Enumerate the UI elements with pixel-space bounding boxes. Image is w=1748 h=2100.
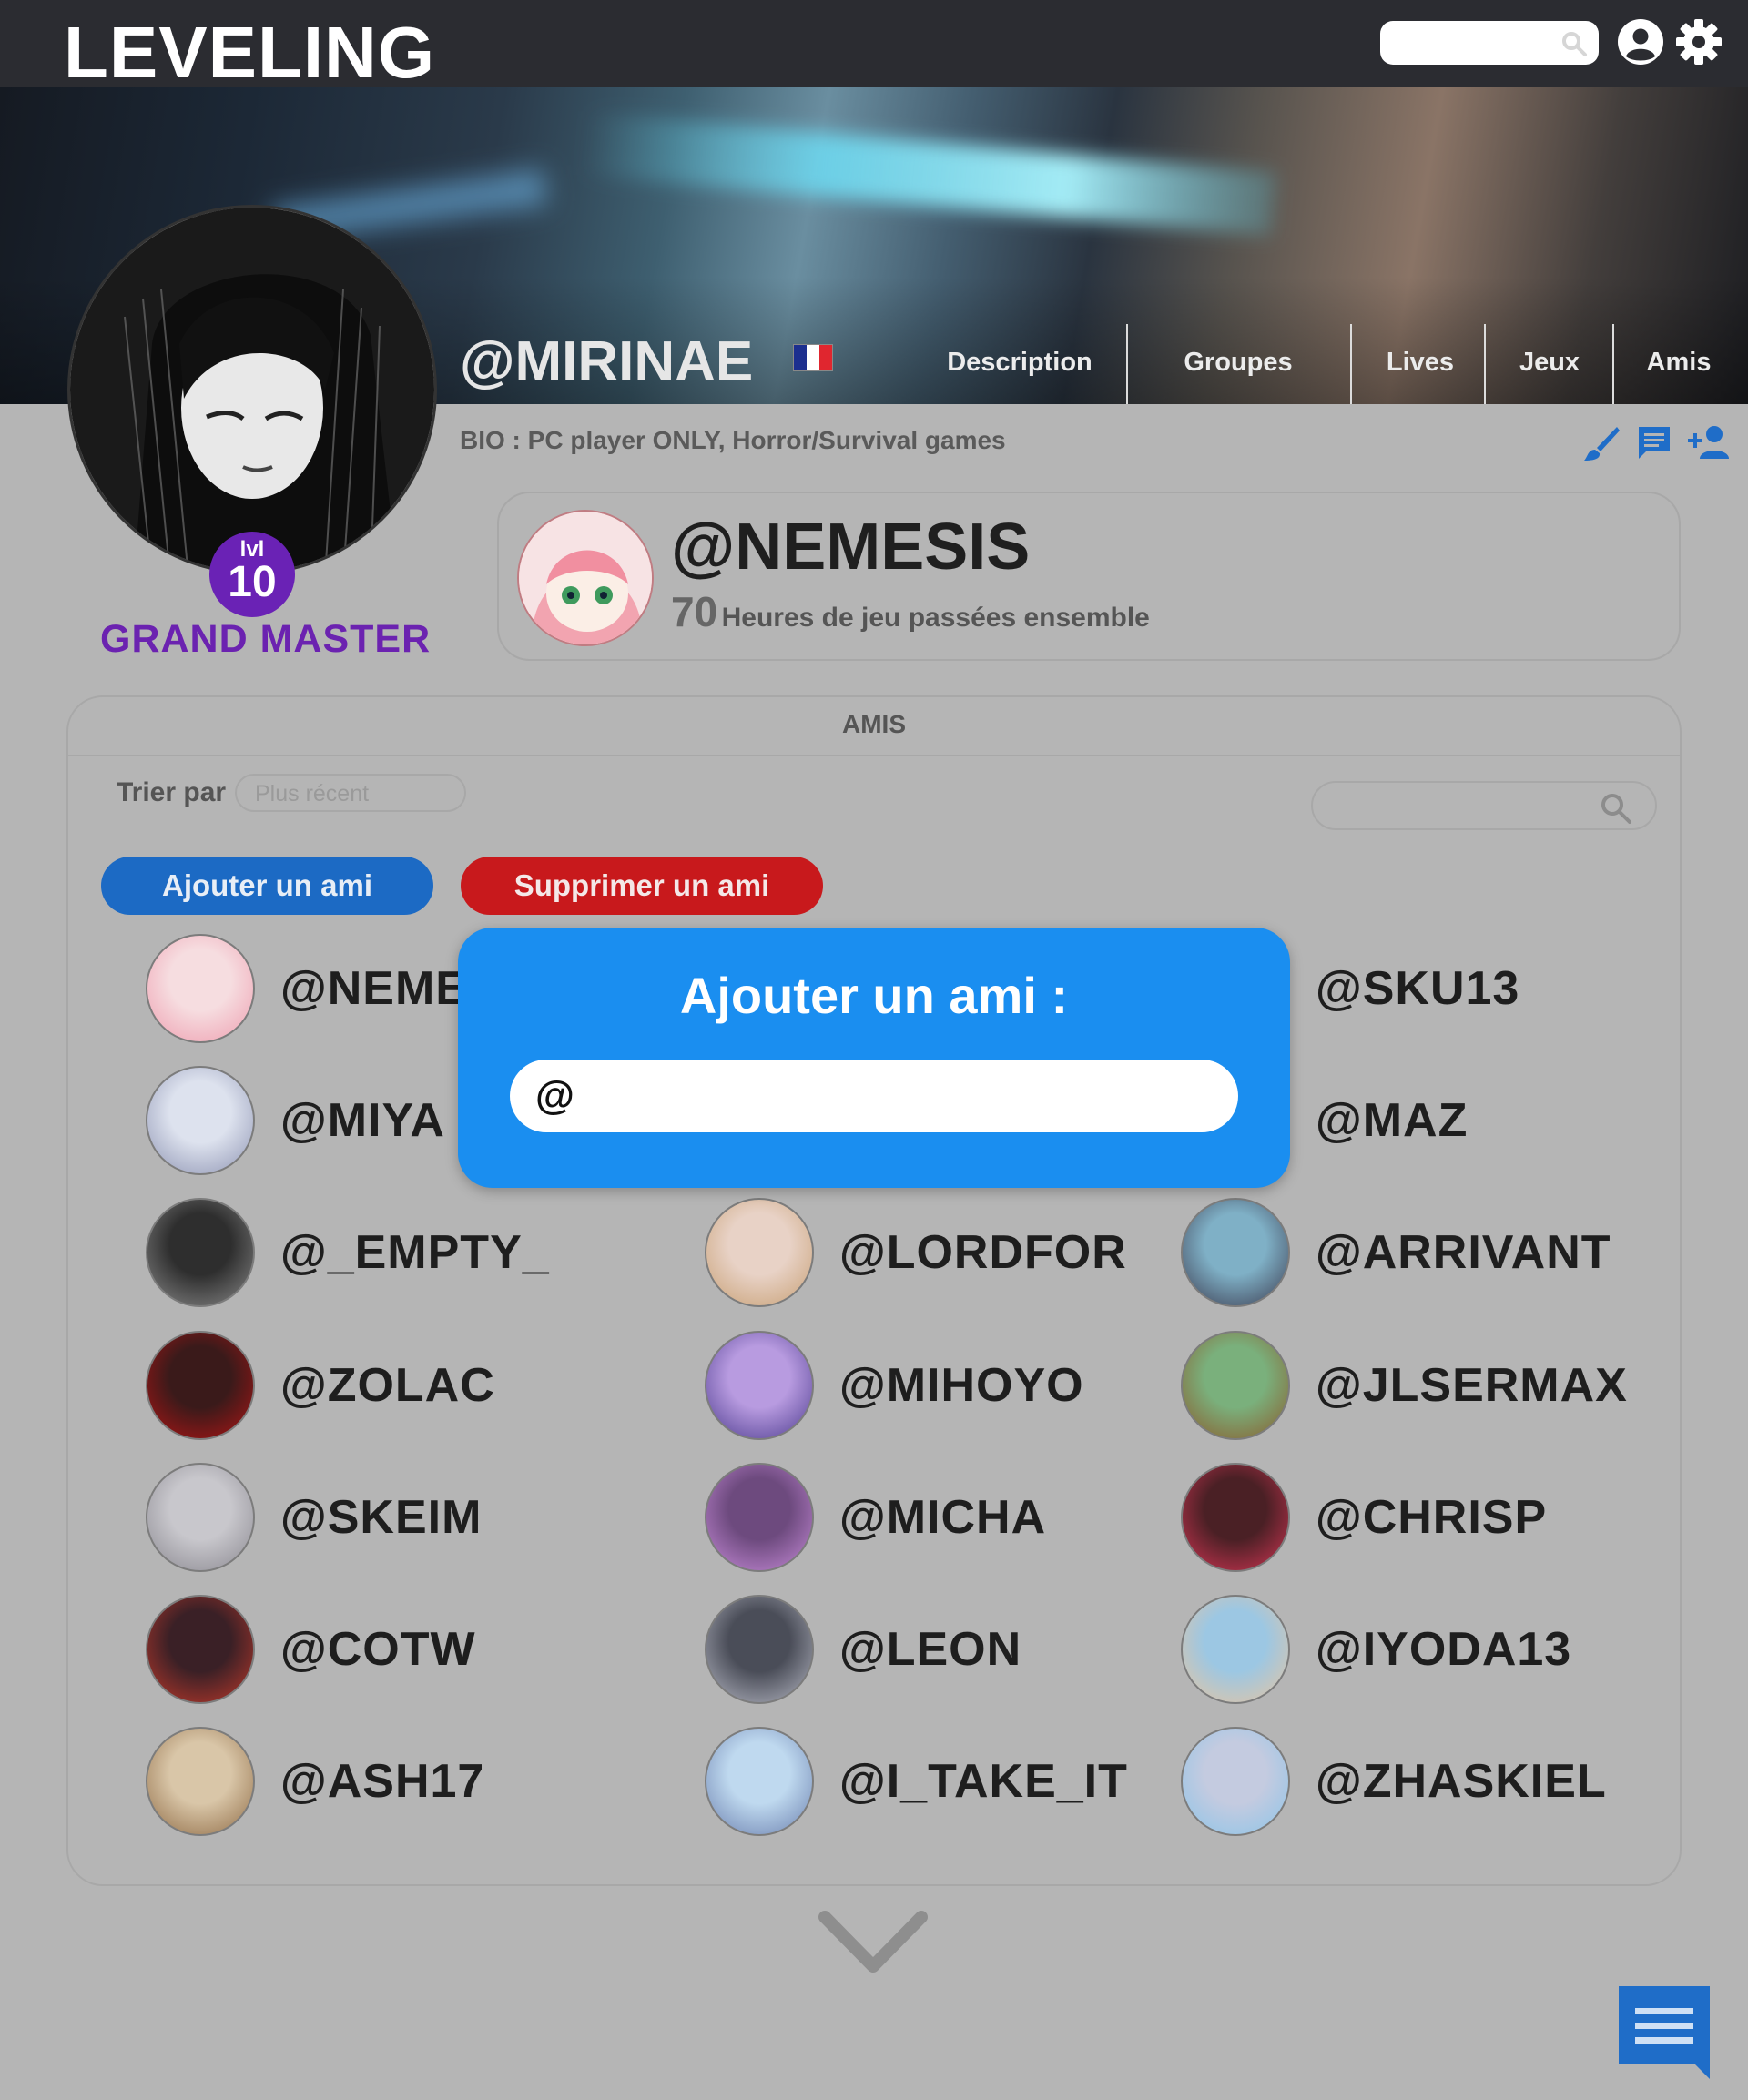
- hours-count: 70: [671, 588, 718, 635]
- friend-avatar[interactable]: [705, 1198, 814, 1307]
- france-flag-icon: [793, 344, 833, 371]
- add-friend-modal: Ajouter un ami :: [458, 928, 1290, 1188]
- friend-avatar[interactable]: [146, 1066, 255, 1175]
- friend-item[interactable]: @IYODA13: [1181, 1595, 1654, 1704]
- friend-avatar[interactable]: [146, 1727, 255, 1836]
- chat-icon[interactable]: [1617, 1984, 1712, 2081]
- friend-username-input[interactable]: [510, 1060, 1238, 1132]
- friend-item[interactable]: @MICHA: [705, 1463, 1178, 1572]
- tab-lives[interactable]: Lives: [1357, 320, 1484, 404]
- remove-friend-button[interactable]: Supprimer un ami: [461, 857, 823, 915]
- app-logo[interactable]: LEVELING: [64, 16, 435, 89]
- friend-name[interactable]: @LEON: [839, 1622, 1021, 1677]
- friend-name[interactable]: @MIHOYO: [839, 1358, 1084, 1413]
- friend-avatar[interactable]: [146, 1463, 255, 1572]
- search-icon[interactable]: [1560, 30, 1588, 57]
- friend-name[interactable]: @_EMPTY_: [280, 1225, 550, 1280]
- friend-item[interactable]: @LORDFOR: [705, 1198, 1178, 1307]
- friend-name[interactable]: @IYODA13: [1316, 1622, 1571, 1677]
- friends-search[interactable]: [1311, 781, 1657, 830]
- best-friend-name[interactable]: @NEMESIS: [671, 510, 1030, 584]
- friend-item[interactable]: @ZOLAC: [146, 1331, 619, 1440]
- best-friend-avatar[interactable]: [517, 510, 654, 646]
- level-badge: lvl 10: [209, 532, 295, 617]
- friend-avatar[interactable]: [705, 1595, 814, 1704]
- tab-groupes[interactable]: Groupes: [1133, 320, 1344, 404]
- friend-name[interactable]: @SKU13: [1316, 961, 1519, 1016]
- friend-name[interactable]: @ZHASKIEL: [1316, 1754, 1607, 1809]
- friend-avatar[interactable]: [146, 1198, 255, 1307]
- friend-avatar[interactable]: [1181, 1595, 1290, 1704]
- friend-item[interactable]: @COTW: [146, 1595, 619, 1704]
- friend-item[interactable]: @JLSERMAX: [1181, 1331, 1654, 1440]
- settings-icon[interactable]: [1675, 18, 1723, 66]
- friend-item[interactable]: @SKEIM: [146, 1463, 619, 1572]
- friend-avatar[interactable]: [146, 1595, 255, 1704]
- friend-name[interactable]: @JLSERMAX: [1316, 1358, 1628, 1413]
- friend-name[interactable]: @CHRISP: [1316, 1490, 1547, 1545]
- friend-name[interactable]: @ARRIVANT: [1316, 1225, 1611, 1280]
- chevron-down-icon[interactable]: [818, 1910, 929, 1977]
- header-search-input[interactable]: [1393, 28, 1557, 57]
- profile-bio: BIO : PC player ONLY, Horror/Survival ga…: [460, 426, 1006, 454]
- profile-avatar[interactable]: [67, 205, 437, 574]
- message-icon[interactable]: [1636, 424, 1672, 461]
- level-number: 10: [228, 558, 277, 606]
- friend-avatar[interactable]: [1181, 1727, 1290, 1836]
- friend-name[interactable]: @COTW: [280, 1622, 476, 1677]
- hours-label: Heures de jeu passées ensemble: [721, 603, 1150, 633]
- friend-name[interactable]: @MICHA: [839, 1490, 1046, 1545]
- friend-name[interactable]: @LORDFOR: [839, 1225, 1127, 1280]
- panel-divider: [68, 755, 1680, 756]
- header-search[interactable]: [1380, 21, 1599, 65]
- add-friend-button[interactable]: Ajouter un ami: [101, 857, 433, 915]
- friend-name[interactable]: @ZOLAC: [280, 1358, 495, 1413]
- friend-avatar[interactable]: [1181, 1463, 1290, 1572]
- friend-avatar[interactable]: [705, 1331, 814, 1440]
- friend-name[interactable]: @SKEIM: [280, 1490, 482, 1545]
- friend-item[interactable]: @MIHOYO: [705, 1331, 1178, 1440]
- friend-item[interactable]: @CHRISP: [1181, 1463, 1654, 1572]
- tab-separator: [1350, 324, 1352, 404]
- friend-name[interactable]: @ASH17: [280, 1754, 484, 1809]
- friend-avatar[interactable]: [1181, 1331, 1290, 1440]
- friend-name[interactable]: @NEME: [280, 961, 468, 1016]
- friend-avatar[interactable]: [1181, 1198, 1290, 1307]
- friend-name[interactable]: @MIYA: [280, 1093, 445, 1148]
- account-icon[interactable]: [1617, 18, 1664, 66]
- sort-label: Trier par: [117, 777, 227, 807]
- friend-avatar[interactable]: [705, 1727, 814, 1836]
- friend-avatar[interactable]: [146, 1331, 255, 1440]
- top-bar: LEVELING: [0, 0, 1748, 89]
- friend-item[interactable]: @I_TAKE_IT: [705, 1727, 1178, 1836]
- search-icon[interactable]: [1599, 791, 1633, 826]
- friend-item[interactable]: @ASH17: [146, 1727, 619, 1836]
- friends-panel-title: AMIS: [842, 710, 906, 738]
- friend-item[interactable]: @ARRIVANT: [1181, 1198, 1654, 1307]
- friend-avatar[interactable]: [705, 1463, 814, 1572]
- friends-search-input[interactable]: [1331, 790, 1586, 821]
- brush-icon[interactable]: [1582, 424, 1621, 462]
- best-friend-hours: 70 Heures de jeu passées ensemble: [671, 587, 1150, 636]
- friend-item[interactable]: @LEON: [705, 1595, 1178, 1704]
- tab-separator: [1126, 324, 1128, 404]
- friend-item[interactable]: @ZHASKIEL: [1181, 1727, 1654, 1836]
- tab-separator: [1484, 324, 1486, 404]
- friend-name[interactable]: @MAZ: [1316, 1093, 1468, 1148]
- tab-separator: [1612, 324, 1614, 404]
- friend-avatar[interactable]: [146, 934, 255, 1043]
- friend-item[interactable]: @_EMPTY_: [146, 1198, 619, 1307]
- friend-name[interactable]: @I_TAKE_IT: [839, 1754, 1128, 1809]
- add-friend-icon[interactable]: [1687, 424, 1733, 461]
- tab-amis[interactable]: Amis: [1619, 320, 1739, 404]
- sort-select[interactable]: Plus récent: [235, 774, 466, 812]
- modal-title: Ajouter un ami :: [679, 967, 1069, 1024]
- rank-title: GRAND MASTER: [100, 617, 432, 661]
- profile-username: @MIRINAE: [460, 330, 754, 393]
- tab-jeux[interactable]: Jeux: [1489, 320, 1610, 404]
- tab-description[interactable]: Description: [920, 320, 1120, 404]
